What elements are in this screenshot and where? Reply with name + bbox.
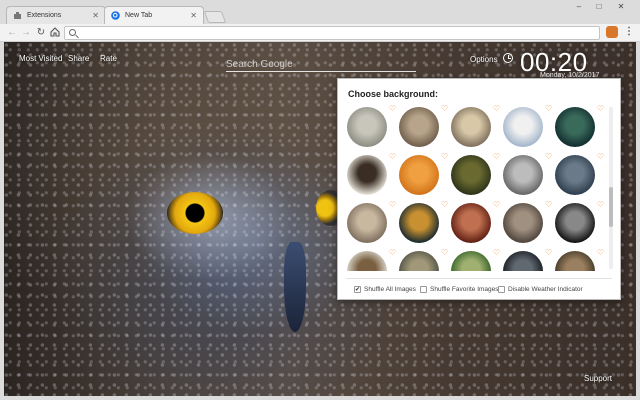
favorite-heart-icon[interactable]: ♡ <box>389 201 396 209</box>
background-thumbnail[interactable] <box>555 107 595 147</box>
address-bar[interactable] <box>64 26 600 40</box>
tab-extensions[interactable]: Extensions ✕ <box>6 6 106 24</box>
share-link[interactable]: Share <box>68 54 89 63</box>
favorite-heart-icon[interactable]: ♡ <box>441 153 448 161</box>
favorite-heart-icon[interactable]: ♡ <box>597 249 604 257</box>
maximize-icon[interactable]: □ <box>590 2 608 11</box>
background-owl-eye <box>167 192 223 234</box>
background-thumbnail[interactable] <box>451 251 491 271</box>
favorite-heart-icon[interactable]: ♡ <box>493 201 500 209</box>
background-thumbnail[interactable] <box>399 203 439 243</box>
background-thumbnail[interactable] <box>451 203 491 243</box>
favorite-heart-icon[interactable]: ♡ <box>389 105 396 113</box>
search-box[interactable] <box>226 54 416 73</box>
scrollbar[interactable] <box>609 107 613 269</box>
background-thumbnail[interactable] <box>503 203 543 243</box>
shuffle-favorite-option[interactable]: Shuffle Favorite Images <box>420 286 499 293</box>
address-input[interactable] <box>81 28 581 38</box>
favorite-heart-icon[interactable]: ♡ <box>493 249 500 257</box>
option-label: Shuffle All Images <box>364 286 416 293</box>
background-chooser-panel: Choose background: ♡ ♡ ♡ ♡ ♡ ♡ ♡ ♡ ♡ ♡ ♡ ♡ ♡ ♡ ♡ ♡ ♡ ♡ ♡ ♡ … <box>337 78 621 300</box>
browser-toolbar: ← → ↻ <box>0 24 640 42</box>
shuffle-all-checkbox[interactable]: ✔ <box>354 286 361 293</box>
favorite-heart-icon[interactable]: ♡ <box>597 153 604 161</box>
favorite-heart-icon[interactable]: ♡ <box>545 105 552 113</box>
search-input[interactable] <box>226 56 416 73</box>
home-icon[interactable] <box>49 27 61 39</box>
rate-link[interactable]: Rate <box>100 54 117 63</box>
scrollbar-thumb[interactable] <box>609 187 613 227</box>
tab-new-tab[interactable]: New Tab ✕ <box>104 6 204 24</box>
panel-title: Choose background: <box>348 89 439 99</box>
favorite-heart-icon[interactable]: ♡ <box>441 201 448 209</box>
options-link[interactable]: Options <box>470 55 498 64</box>
background-thumbnail[interactable] <box>503 251 543 271</box>
background-thumbnail[interactable] <box>555 203 595 243</box>
new-tab-button[interactable] <box>203 11 227 23</box>
shuffle-all-option[interactable]: ✔ Shuffle All Images <box>354 286 416 293</box>
puzzle-icon <box>13 11 22 20</box>
most-visited-link[interactable]: Most Visited <box>19 54 62 63</box>
favorite-heart-icon[interactable]: ♡ <box>545 249 552 257</box>
favorite-heart-icon[interactable]: ♡ <box>545 153 552 161</box>
option-label: Shuffle Favorite Images <box>430 286 499 293</box>
background-thumbnail[interactable] <box>347 203 387 243</box>
background-thumbnail[interactable] <box>347 107 387 147</box>
shuffle-favorite-checkbox[interactable] <box>420 286 427 293</box>
tab-label: Extensions <box>27 12 62 19</box>
close-window-icon[interactable]: ✕ <box>612 2 630 11</box>
thumbnail-grid: ♡ ♡ ♡ ♡ ♡ ♡ ♡ ♡ ♡ ♡ ♡ ♡ ♡ ♡ ♡ ♡ ♡ ♡ ♡ ♡ <box>347 105 605 271</box>
favorite-heart-icon[interactable]: ♡ <box>545 201 552 209</box>
tab-strip: Extensions ✕ New Tab ✕ – □ ✕ <box>0 0 640 24</box>
forward-icon[interactable]: → <box>20 27 32 39</box>
newtab-icon <box>111 11 120 20</box>
background-thumbnail[interactable] <box>399 107 439 147</box>
favorite-heart-icon[interactable]: ♡ <box>389 153 396 161</box>
background-thumbnail[interactable] <box>347 155 387 195</box>
browser-chrome: Extensions ✕ New Tab ✕ – □ ✕ ← → ↻ ⋮ <box>0 0 640 42</box>
background-thumbnail[interactable] <box>399 155 439 195</box>
favorite-heart-icon[interactable]: ♡ <box>441 105 448 113</box>
option-label: Disable Weather Indicator <box>508 286 583 293</box>
close-icon[interactable]: ✕ <box>190 11 197 20</box>
minimize-icon[interactable]: – <box>570 2 588 11</box>
background-thumbnail[interactable] <box>555 251 595 271</box>
search-icon <box>69 29 76 36</box>
favorite-heart-icon[interactable]: ♡ <box>389 249 396 257</box>
favorite-heart-icon[interactable]: ♡ <box>597 201 604 209</box>
menu-icon[interactable]: ⋮ <box>624 26 634 38</box>
reload-icon[interactable]: ↻ <box>35 27 47 39</box>
clock-icon[interactable] <box>503 53 513 63</box>
divider <box>346 278 612 279</box>
favorite-heart-icon[interactable]: ♡ <box>597 105 604 113</box>
background-thumbnail[interactable] <box>347 251 387 271</box>
background-thumbnail[interactable] <box>399 251 439 271</box>
background-owl-beak <box>284 242 306 332</box>
background-thumbnail[interactable] <box>555 155 595 195</box>
disable-weather-checkbox[interactable] <box>498 286 505 293</box>
close-icon[interactable]: ✕ <box>92 11 99 20</box>
background-thumbnail[interactable] <box>451 155 491 195</box>
background-thumbnail[interactable] <box>503 155 543 195</box>
background-thumbnail[interactable] <box>503 107 543 147</box>
background-thumbnail[interactable] <box>451 107 491 147</box>
support-link[interactable]: Support <box>584 374 612 383</box>
extension-icon[interactable] <box>606 26 618 38</box>
back-icon[interactable]: ← <box>6 27 18 39</box>
disable-weather-option[interactable]: Disable Weather Indicator <box>498 286 583 293</box>
favorite-heart-icon[interactable]: ♡ <box>493 153 500 161</box>
tab-label: New Tab <box>125 12 153 19</box>
favorite-heart-icon[interactable]: ♡ <box>493 105 500 113</box>
favorite-heart-icon[interactable]: ♡ <box>441 249 448 257</box>
